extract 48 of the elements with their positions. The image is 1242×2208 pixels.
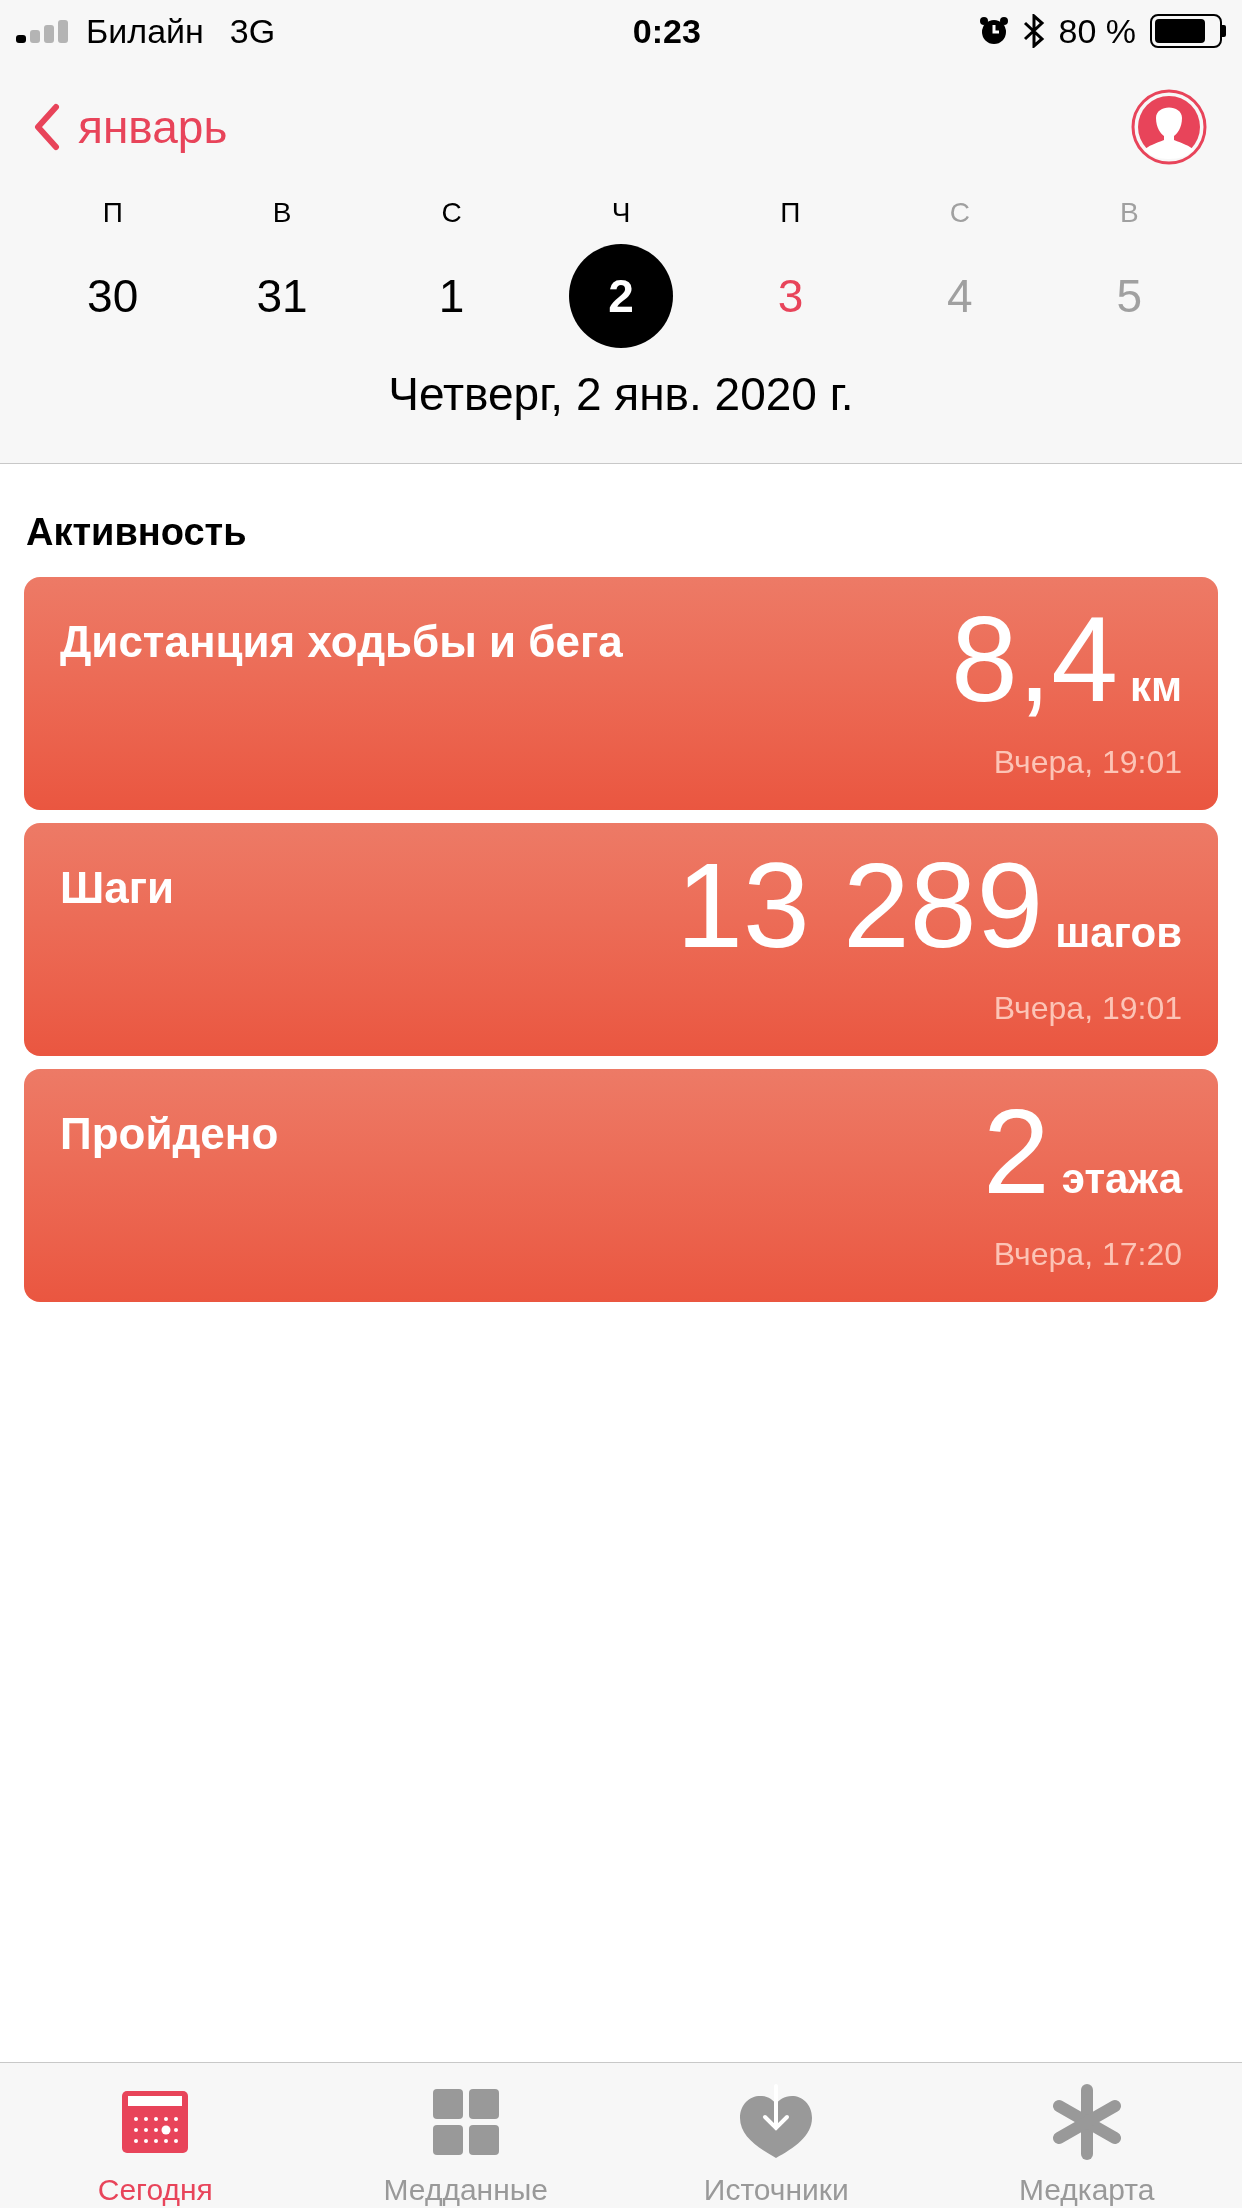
updated-time: Вчера, 19:01 bbox=[993, 743, 1182, 782]
metric-unit: км bbox=[1129, 666, 1182, 708]
tab-button[interactable]: Медданные bbox=[310, 2063, 621, 2208]
heart-download-icon bbox=[738, 2084, 815, 2160]
card-title: Пройдено bbox=[60, 1108, 279, 1160]
bluetooth-icon bbox=[1022, 14, 1045, 48]
activity-card[interactable]: Шаги 13 289 шагов Вчера, 19:01 bbox=[24, 823, 1218, 1056]
alarm-icon bbox=[978, 16, 1009, 46]
metric-value: 13 289 bbox=[676, 845, 1044, 965]
selected-date: Четверг, 2 янв. 2020 г. bbox=[388, 367, 854, 422]
clock-time: 0:23 bbox=[632, 10, 701, 52]
back-button[interactable]: январь bbox=[34, 92, 228, 162]
activity-card[interactable]: Пройдено 2 этажа Вчера, 17:20 bbox=[24, 1069, 1218, 1302]
chevron-left-icon bbox=[34, 103, 60, 151]
updated-time: Вчера, 19:01 bbox=[993, 989, 1182, 1028]
day-button[interactable]: 31 bbox=[230, 244, 335, 348]
battery-percent: 80 % bbox=[1058, 10, 1136, 52]
weekday-label: С bbox=[441, 196, 462, 230]
weekday-label: П bbox=[780, 196, 801, 230]
asterisk-icon bbox=[1050, 2084, 1123, 2160]
tab-button[interactable]: Медкарта bbox=[931, 2063, 1242, 2208]
tab-button[interactable]: Сегодня bbox=[0, 2063, 311, 2208]
weekday-label: С bbox=[949, 196, 970, 230]
weekday-label: В bbox=[1119, 196, 1139, 230]
metric-unit: этажа bbox=[1061, 1158, 1182, 1200]
card-title: Шаги bbox=[60, 862, 175, 914]
day-button[interactable]: 2 bbox=[569, 244, 673, 348]
metric-unit: шагов bbox=[1055, 912, 1182, 954]
grid-icon bbox=[430, 2087, 501, 2157]
metric-value: 8,4 bbox=[951, 599, 1118, 719]
section-title: Активность bbox=[26, 510, 248, 555]
updated-time: Вчера, 17:20 bbox=[993, 1235, 1182, 1274]
day-button[interactable]: 5 bbox=[1077, 244, 1182, 348]
day-button[interactable]: 30 bbox=[60, 244, 165, 348]
day-button[interactable]: 3 bbox=[738, 244, 843, 348]
activity-card[interactable]: Дистанция ходьбы и бега 8,4 км Вчера, 19:01 bbox=[24, 577, 1218, 810]
network-type: 3G bbox=[229, 10, 276, 52]
tab-button[interactable]: Источники bbox=[621, 2063, 932, 2208]
carrier-name: Билайн bbox=[86, 10, 204, 52]
weekday-label: П bbox=[102, 196, 123, 230]
day-button[interactable]: 1 bbox=[399, 244, 504, 348]
day-button[interactable]: 4 bbox=[907, 244, 1012, 348]
weekday-label: В bbox=[272, 196, 292, 230]
weekday-label: Ч bbox=[611, 196, 631, 230]
battery-icon bbox=[1150, 14, 1226, 48]
card-title: Дистанция ходьбы и бега bbox=[60, 616, 623, 668]
metric-value: 2 bbox=[983, 1091, 1050, 1211]
profile-icon[interactable] bbox=[1130, 88, 1208, 166]
